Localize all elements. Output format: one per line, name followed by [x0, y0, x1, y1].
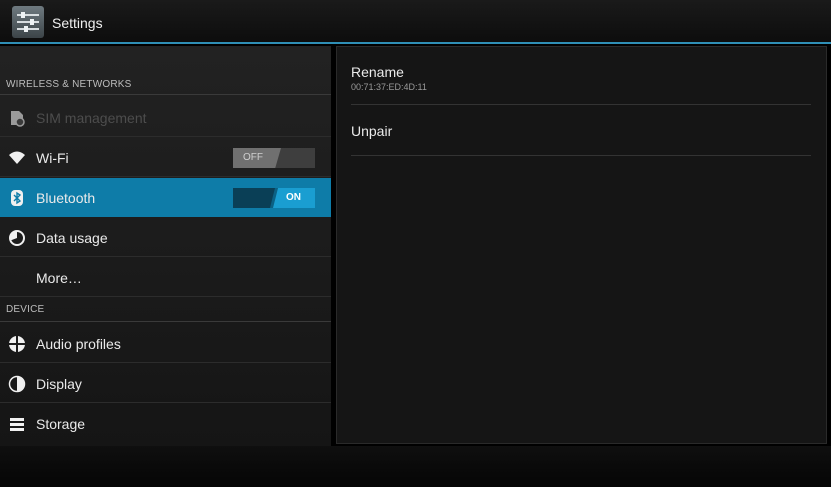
sidebar-item-wifi[interactable]: Wi-Fi OFF	[0, 138, 331, 177]
rename-label: Rename	[351, 64, 404, 80]
sidebar-item-label: Audio profiles	[36, 336, 121, 352]
settings-list: WIRELESS & NETWORKS SIM management Wi-Fi…	[0, 46, 331, 446]
sidebar-item-sim-management: SIM management	[0, 98, 331, 137]
sidebar-item-storage[interactable]: Storage	[0, 404, 331, 443]
sidebar-item-label: More…	[36, 270, 82, 286]
wifi-icon	[8, 149, 26, 167]
toggle-state: ON	[286, 192, 301, 203]
divider	[351, 104, 811, 105]
sidebar-item-label: Display	[36, 376, 82, 392]
sidebar-item-data-usage[interactable]: Data usage	[0, 218, 331, 257]
sim-icon	[8, 109, 26, 127]
audio-profiles-icon	[8, 335, 26, 353]
toggle-state: OFF	[243, 152, 263, 163]
settings-app-icon[interactable]	[12, 6, 44, 38]
sidebar-item-display[interactable]: Display	[0, 364, 331, 403]
data-usage-icon	[8, 229, 26, 247]
action-bar: Settings	[0, 0, 831, 44]
sidebar-item-bluetooth[interactable]: Bluetooth ON	[0, 178, 331, 217]
page-title: Settings	[52, 15, 103, 31]
bluetooth-toggle[interactable]: ON	[233, 188, 315, 208]
display-icon	[8, 375, 26, 393]
navigation-bar	[0, 446, 831, 487]
section-header-wireless: WIRELESS & NETWORKS	[0, 73, 331, 95]
toggle-track	[233, 188, 275, 208]
divider	[351, 155, 811, 156]
rename-option[interactable]: Rename 00:71:37:ED:4D:11	[351, 64, 811, 92]
sidebar-item-audio-profiles[interactable]: Audio profiles	[0, 324, 331, 363]
sidebar-item-label: Bluetooth	[36, 190, 96, 206]
storage-icon	[8, 415, 26, 433]
bluetooth-device-detail: Rename 00:71:37:ED:4D:11 Unpair	[336, 46, 827, 444]
sidebar-item-label: Storage	[36, 416, 86, 432]
unpair-label: Unpair	[351, 123, 393, 139]
bluetooth-icon	[8, 189, 26, 207]
device-address: 00:71:37:ED:4D:11	[351, 82, 427, 92]
sidebar-item-label: SIM management	[36, 110, 147, 126]
unpair-option[interactable]: Unpair	[351, 123, 811, 139]
wifi-toggle[interactable]: OFF	[233, 148, 315, 168]
section-header-device: DEVICE	[0, 298, 331, 322]
sidebar-item-more[interactable]: More…	[0, 258, 331, 297]
sidebar-item-label: Data usage	[36, 230, 108, 246]
sidebar-item-label: Wi-Fi	[36, 150, 69, 166]
